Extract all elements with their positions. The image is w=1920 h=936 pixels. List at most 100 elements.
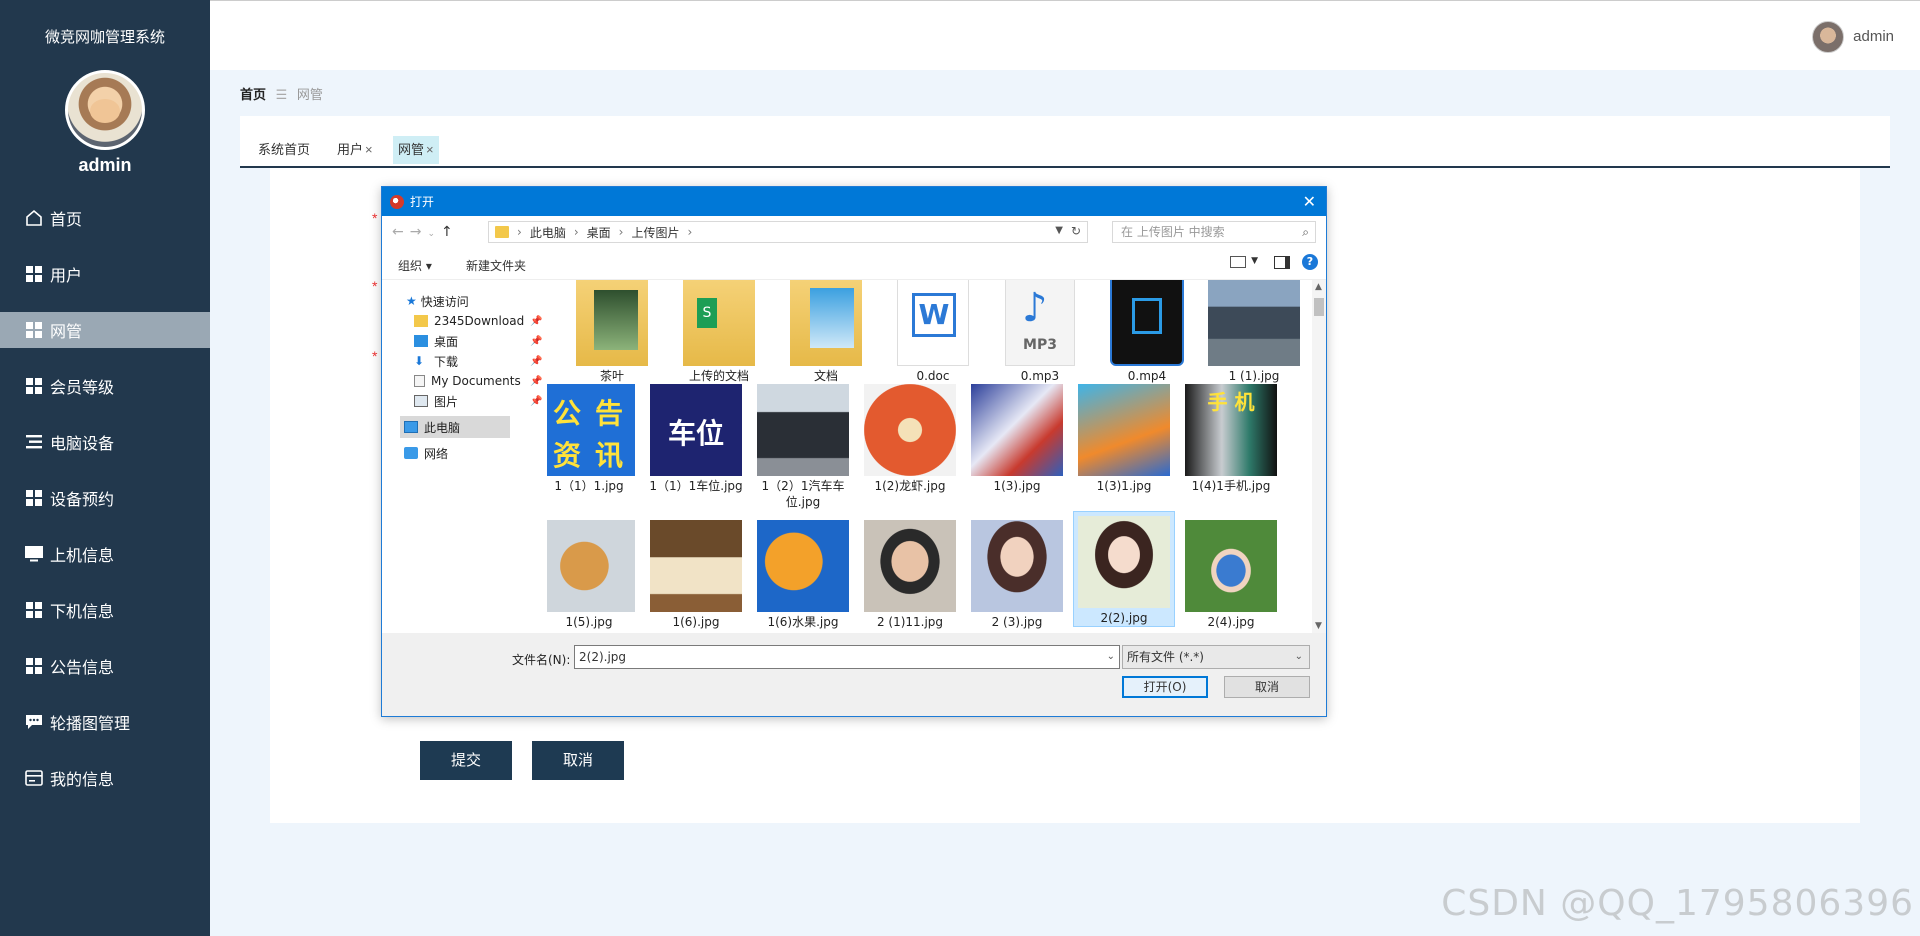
tab-admins[interactable]: 网管 × (393, 136, 439, 164)
file-name: 1(3)1.jpg (1096, 479, 1152, 493)
chevron-right-icon: › (618, 225, 624, 239)
file-item[interactable]: 1（2）1汽车车位.jpg (753, 380, 853, 510)
file-item[interactable]: 2(4).jpg (1181, 516, 1281, 630)
nav-2345download[interactable]: 2345Download 📌 (414, 310, 544, 332)
image-thumbnail: 公 告 资 讯 (547, 384, 635, 476)
address-bar[interactable]: › 此电脑 › 桌面 › 上传图片 › ▼ ↻ (488, 221, 1088, 243)
close-icon[interactable]: ✕ (1303, 192, 1316, 211)
new-folder-button[interactable]: 新建文件夹 (466, 257, 526, 274)
image-thumbnail (1078, 516, 1170, 608)
close-icon[interactable]: × (426, 142, 434, 157)
sidebar-item-member-levels[interactable]: 会员等级 (0, 368, 210, 404)
file-item[interactable]: 公 告 资 讯 1（1）1.jpg (547, 380, 639, 494)
preview-pane-icon[interactable] (1274, 256, 1290, 269)
sidebar-item-label: 设备预约 (50, 492, 115, 509)
file-item[interactable]: 0.mp4 (1097, 280, 1197, 384)
nav-my-documents[interactable]: My Documents 📌 (414, 370, 544, 392)
navigation-pane: ★ 快速访问 2345Download 📌 桌面 📌 ⬇ 下载 📌 My Doc… (382, 280, 547, 633)
grid-icon (24, 601, 44, 619)
nav-label: 图片 (434, 394, 459, 409)
sidebar-item-label: 下机信息 (50, 604, 115, 621)
chevron-down-icon[interactable]: ▼ (1055, 225, 1063, 236)
thumb-glyph: 手 机 (1207, 390, 1255, 414)
chevron-down-icon[interactable]: ⌄ (1295, 646, 1303, 668)
help-icon[interactable]: ? (1302, 254, 1318, 270)
file-name: 1(4)1手机.jpg (1191, 479, 1271, 493)
filename-input[interactable]: 2(2).jpg ⌄ (574, 645, 1120, 669)
file-item[interactable]: 车位 1（1）1车位.jpg (646, 380, 746, 494)
forward-arrow-icon[interactable]: → (410, 224, 428, 240)
chevron-down-icon[interactable]: ▼ (1251, 256, 1258, 266)
file-item[interactable]: 1(3)1.jpg (1074, 380, 1174, 494)
nav-quick-access[interactable]: ★ 快速访问 (406, 290, 469, 312)
nav-downloads[interactable]: ⬇ 下载 📌 (414, 350, 544, 372)
recent-dropdown-icon[interactable]: ⌄ (427, 229, 441, 239)
path-segment[interactable]: 桌面 (587, 224, 611, 241)
dialog-title-bar[interactable]: 打开 ✕ (382, 187, 1326, 216)
file-item[interactable]: S 上传的文档 (669, 280, 769, 384)
file-item[interactable]: 1(6)水果.jpg (753, 516, 853, 630)
thumb-glyph: 讯 (595, 439, 624, 472)
file-item[interactable]: 文档 (776, 280, 876, 384)
sidebar-item-logout-records[interactable]: 下机信息 (0, 592, 210, 628)
nav-network[interactable]: 网络 (404, 442, 448, 464)
sidebar-item-computers[interactable]: 电脑设备 (0, 424, 210, 460)
open-button[interactable]: 打开(O) (1122, 676, 1208, 698)
sidebar-item-users[interactable]: 用户 (0, 256, 210, 292)
file-name: 2 (3).jpg (991, 615, 1043, 629)
file-item-selected[interactable]: 2(2).jpg (1073, 511, 1175, 627)
scroll-up-icon[interactable]: ▲ (1315, 282, 1322, 292)
file-item[interactable]: 1(2)龙虾.jpg (860, 380, 960, 494)
sidebar-item-my-info[interactable]: 我的信息 (0, 760, 210, 796)
cancel-button[interactable]: 取消 (532, 741, 624, 780)
close-icon[interactable]: × (365, 142, 373, 157)
file-item[interactable]: 1 (1).jpg (1204, 280, 1304, 384)
sidebar-item-reservations[interactable]: 设备预约 (0, 480, 210, 516)
grid-icon (24, 321, 44, 339)
chevron-down-icon[interactable]: ⌄ (1107, 646, 1115, 668)
file-item[interactable]: 茶叶 (562, 280, 662, 384)
back-arrow-icon[interactable]: ← (392, 224, 410, 240)
file-item[interactable]: ♪ MP3 0.mp3 (990, 280, 1090, 384)
sidebar-item-login-records[interactable]: 上机信息 (0, 536, 210, 572)
file-item[interactable]: W 0.doc (883, 280, 983, 384)
chat-icon (24, 713, 44, 731)
file-type-select[interactable]: 所有文件 (*.*) ⌄ (1122, 645, 1310, 669)
file-item[interactable]: 1(3).jpg (967, 380, 1067, 494)
sidebar-item-notices[interactable]: 公告信息 (0, 648, 210, 684)
search-input[interactable]: 在 上传图片 中搜索 ⌕ (1112, 221, 1316, 243)
scroll-down-icon[interactable]: ▼ (1315, 621, 1322, 631)
dialog-cancel-button[interactable]: 取消 (1224, 676, 1310, 698)
topbar-username[interactable]: admin (1853, 28, 1894, 45)
file-item[interactable]: 2 (1)11.jpg (860, 516, 960, 630)
sidebar-item-admins[interactable]: 网管 (0, 312, 210, 348)
path-segment[interactable]: 此电脑 (530, 224, 566, 241)
nav-desktop[interactable]: 桌面 📌 (414, 330, 544, 352)
file-item[interactable]: 1(6).jpg (646, 516, 746, 630)
thumb-glyph: 公 (553, 397, 582, 430)
sidebar-item-label: 首页 (50, 212, 83, 229)
nav-this-pc[interactable]: 此电脑 (400, 416, 510, 438)
scrollbar-thumb[interactable] (1314, 298, 1324, 316)
breadcrumb-separator-icon: ☰ (275, 87, 288, 102)
sidebar-item-carousel[interactable]: 轮播图管理 (0, 704, 210, 740)
refresh-icon[interactable]: ↻ (1071, 224, 1081, 238)
file-list-scrollbar[interactable]: ▲ ▼ (1312, 280, 1326, 633)
file-name: 1(6).jpg (672, 615, 720, 629)
sidebar-item-home[interactable]: 首页 (0, 200, 210, 236)
image-thumbnail (757, 520, 849, 612)
nav-pictures[interactable]: 图片 📌 (414, 390, 544, 412)
nav-label: 2345Download (434, 314, 525, 328)
file-item[interactable]: 2 (3).jpg (967, 516, 1067, 630)
tab-system-home[interactable]: 系统首页 (253, 136, 315, 164)
breadcrumb-home[interactable]: 首页 (240, 87, 266, 102)
view-mode-icon[interactable] (1230, 256, 1246, 268)
organize-menu[interactable]: 组织 ▾ (398, 257, 432, 274)
tab-users[interactable]: 用户 × (332, 136, 378, 164)
file-item[interactable]: 1(5).jpg (547, 516, 639, 630)
path-segment[interactable]: 上传图片 (631, 224, 679, 241)
submit-button[interactable]: 提交 (420, 741, 512, 780)
file-item[interactable]: 手 机 1(4)1手机.jpg (1181, 380, 1281, 494)
user-avatar[interactable] (1812, 21, 1844, 53)
up-arrow-icon[interactable]: ↑ (441, 224, 459, 240)
